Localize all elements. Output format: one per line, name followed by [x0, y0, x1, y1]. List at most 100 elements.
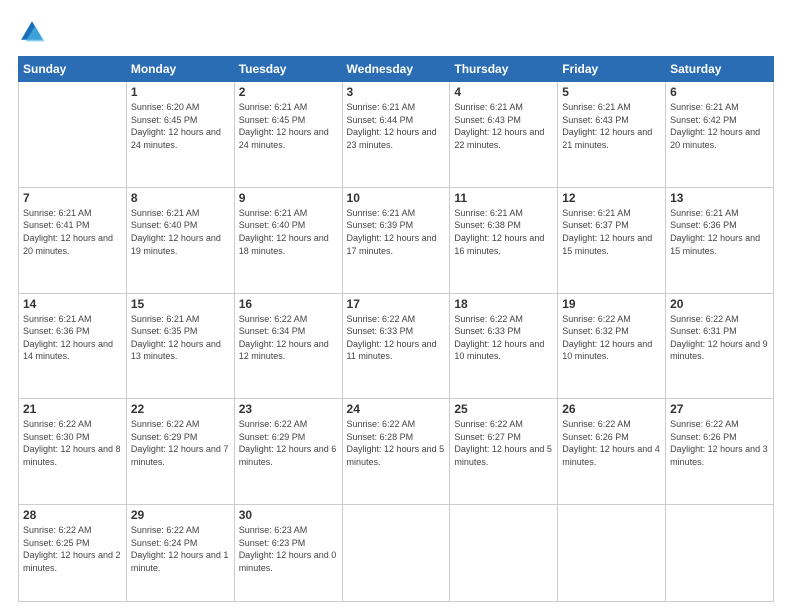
day-info: Sunrise: 6:21 AM Sunset: 6:39 PM Dayligh…: [347, 207, 446, 257]
day-number: 26: [562, 402, 661, 416]
day-number: 6: [670, 85, 769, 99]
calendar-week-5: 28 Sunrise: 6:22 AM Sunset: 6:25 PM Dayli…: [19, 505, 774, 602]
calendar-week-1: 1Sunrise: 6:20 AM Sunset: 6:45 PM Daylig…: [19, 82, 774, 188]
day-info: Sunrise: 6:22 AM Sunset: 6:29 PM Dayligh…: [239, 418, 338, 468]
logo: [18, 18, 50, 46]
calendar-cell: 20 Sunrise: 6:22 AM Sunset: 6:31 PM Dayli…: [666, 293, 774, 399]
day-number: 2: [239, 85, 338, 99]
day-number: 9: [239, 191, 338, 205]
col-header-sunday: Sunday: [19, 57, 127, 82]
day-info: Sunrise: 6:21 AM Sunset: 6:38 PM Dayligh…: [454, 207, 553, 257]
calendar-week-3: 14 Sunrise: 6:21 AM Sunset: 6:36 PM Dayli…: [19, 293, 774, 399]
day-number: 13: [670, 191, 769, 205]
calendar-cell: 12 Sunrise: 6:21 AM Sunset: 6:37 PM Dayli…: [558, 187, 666, 293]
day-info: Sunrise: 6:22 AM Sunset: 6:31 PM Dayligh…: [670, 313, 769, 363]
day-number: 24: [347, 402, 446, 416]
day-number: 21: [23, 402, 122, 416]
day-number: 12: [562, 191, 661, 205]
calendar-cell: 29 Sunrise: 6:22 AM Sunset: 6:24 PM Dayli…: [126, 505, 234, 602]
calendar-cell: 10 Sunrise: 6:21 AM Sunset: 6:39 PM Dayli…: [342, 187, 450, 293]
calendar-cell: 14 Sunrise: 6:21 AM Sunset: 6:36 PM Dayli…: [19, 293, 127, 399]
day-number: 22: [131, 402, 230, 416]
calendar-cell: 30 Sunrise: 6:23 AM Sunset: 6:23 PM Dayli…: [234, 505, 342, 602]
calendar-cell: [558, 505, 666, 602]
calendar-week-4: 21 Sunrise: 6:22 AM Sunset: 6:30 PM Dayli…: [19, 399, 774, 505]
day-info: Sunrise: 6:21 AM Sunset: 6:45 PM Dayligh…: [239, 101, 338, 151]
calendar-cell: 11 Sunrise: 6:21 AM Sunset: 6:38 PM Dayli…: [450, 187, 558, 293]
calendar-cell: 9 Sunrise: 6:21 AM Sunset: 6:40 PM Daylig…: [234, 187, 342, 293]
calendar-cell: 3 Sunrise: 6:21 AM Sunset: 6:44 PM Daylig…: [342, 82, 450, 188]
day-number: 20: [670, 297, 769, 311]
day-number: 18: [454, 297, 553, 311]
day-number: 17: [347, 297, 446, 311]
calendar-cell: 19Sunrise: 6:22 AM Sunset: 6:32 PM Dayli…: [558, 293, 666, 399]
day-info: Sunrise: 6:22 AM Sunset: 6:26 PM Dayligh…: [562, 418, 661, 468]
day-info: Sunrise: 6:21 AM Sunset: 6:40 PM Dayligh…: [131, 207, 230, 257]
day-number: 16: [239, 297, 338, 311]
day-info: Sunrise: 6:22 AM Sunset: 6:30 PM Dayligh…: [23, 418, 122, 468]
day-info: Sunrise: 6:22 AM Sunset: 6:28 PM Dayligh…: [347, 418, 446, 468]
day-number: 14: [23, 297, 122, 311]
day-info: Sunrise: 6:22 AM Sunset: 6:24 PM Dayligh…: [131, 524, 230, 574]
col-header-tuesday: Tuesday: [234, 57, 342, 82]
calendar-cell: 7Sunrise: 6:21 AM Sunset: 6:41 PM Daylig…: [19, 187, 127, 293]
calendar-cell: 22 Sunrise: 6:22 AM Sunset: 6:29 PM Dayli…: [126, 399, 234, 505]
calendar-header-row: SundayMondayTuesdayWednesdayThursdayFrid…: [19, 57, 774, 82]
calendar-cell: 17 Sunrise: 6:22 AM Sunset: 6:33 PM Dayli…: [342, 293, 450, 399]
calendar-cell: 27 Sunrise: 6:22 AM Sunset: 6:26 PM Dayli…: [666, 399, 774, 505]
day-info: Sunrise: 6:22 AM Sunset: 6:34 PM Dayligh…: [239, 313, 338, 363]
day-info: Sunrise: 6:22 AM Sunset: 6:25 PM Dayligh…: [23, 524, 122, 574]
calendar-cell: 1Sunrise: 6:20 AM Sunset: 6:45 PM Daylig…: [126, 82, 234, 188]
day-info: Sunrise: 6:22 AM Sunset: 6:26 PM Dayligh…: [670, 418, 769, 468]
header: [18, 18, 774, 46]
calendar-cell: 15 Sunrise: 6:21 AM Sunset: 6:35 PM Dayli…: [126, 293, 234, 399]
day-number: 27: [670, 402, 769, 416]
calendar-cell: 5 Sunrise: 6:21 AM Sunset: 6:43 PM Daylig…: [558, 82, 666, 188]
day-number: 23: [239, 402, 338, 416]
calendar-cell: 23 Sunrise: 6:22 AM Sunset: 6:29 PM Dayli…: [234, 399, 342, 505]
day-info: Sunrise: 6:21 AM Sunset: 6:36 PM Dayligh…: [23, 313, 122, 363]
calendar-cell: 25 Sunrise: 6:22 AM Sunset: 6:27 PM Dayli…: [450, 399, 558, 505]
calendar-cell: 28 Sunrise: 6:22 AM Sunset: 6:25 PM Dayli…: [19, 505, 127, 602]
calendar-cell: [666, 505, 774, 602]
calendar-table: SundayMondayTuesdayWednesdayThursdayFrid…: [18, 56, 774, 602]
day-number: 10: [347, 191, 446, 205]
calendar-cell: 2 Sunrise: 6:21 AM Sunset: 6:45 PM Daylig…: [234, 82, 342, 188]
calendar-cell: 16 Sunrise: 6:22 AM Sunset: 6:34 PM Dayli…: [234, 293, 342, 399]
calendar-cell: [342, 505, 450, 602]
calendar-cell: 13 Sunrise: 6:21 AM Sunset: 6:36 PM Dayli…: [666, 187, 774, 293]
day-info: Sunrise: 6:22 AM Sunset: 6:27 PM Dayligh…: [454, 418, 553, 468]
col-header-friday: Friday: [558, 57, 666, 82]
calendar-cell: 6 Sunrise: 6:21 AM Sunset: 6:42 PM Daylig…: [666, 82, 774, 188]
day-info: Sunrise: 6:21 AM Sunset: 6:35 PM Dayligh…: [131, 313, 230, 363]
calendar-cell: 4Sunrise: 6:21 AM Sunset: 6:43 PM Daylig…: [450, 82, 558, 188]
day-info: Sunrise: 6:21 AM Sunset: 6:44 PM Dayligh…: [347, 101, 446, 151]
day-number: 15: [131, 297, 230, 311]
day-info: Sunrise: 6:21 AM Sunset: 6:43 PM Dayligh…: [454, 101, 553, 151]
day-number: 30: [239, 508, 338, 522]
calendar-cell: 24 Sunrise: 6:22 AM Sunset: 6:28 PM Dayli…: [342, 399, 450, 505]
day-number: 8: [131, 191, 230, 205]
page: SundayMondayTuesdayWednesdayThursdayFrid…: [0, 0, 792, 612]
calendar-cell: [19, 82, 127, 188]
calendar-cell: [450, 505, 558, 602]
day-info: Sunrise: 6:21 AM Sunset: 6:41 PM Dayligh…: [23, 207, 122, 257]
day-number: 5: [562, 85, 661, 99]
day-info: Sunrise: 6:21 AM Sunset: 6:36 PM Dayligh…: [670, 207, 769, 257]
calendar-cell: 26 Sunrise: 6:22 AM Sunset: 6:26 PM Dayli…: [558, 399, 666, 505]
day-info: Sunrise: 6:21 AM Sunset: 6:37 PM Dayligh…: [562, 207, 661, 257]
day-number: 29: [131, 508, 230, 522]
calendar-cell: 8 Sunrise: 6:21 AM Sunset: 6:40 PM Daylig…: [126, 187, 234, 293]
day-info: Sunrise: 6:22 AM Sunset: 6:33 PM Dayligh…: [347, 313, 446, 363]
day-info: Sunrise: 6:22 AM Sunset: 6:29 PM Dayligh…: [131, 418, 230, 468]
day-info: Sunrise: 6:21 AM Sunset: 6:43 PM Dayligh…: [562, 101, 661, 151]
day-number: 28: [23, 508, 122, 522]
day-info: Sunrise: 6:21 AM Sunset: 6:40 PM Dayligh…: [239, 207, 338, 257]
day-number: 11: [454, 191, 553, 205]
day-number: 3: [347, 85, 446, 99]
col-header-thursday: Thursday: [450, 57, 558, 82]
day-info: Sunrise: 6:23 AM Sunset: 6:23 PM Dayligh…: [239, 524, 338, 574]
day-number: 25: [454, 402, 553, 416]
day-info: Sunrise: 6:21 AM Sunset: 6:42 PM Dayligh…: [670, 101, 769, 151]
calendar-week-2: 7Sunrise: 6:21 AM Sunset: 6:41 PM Daylig…: [19, 187, 774, 293]
